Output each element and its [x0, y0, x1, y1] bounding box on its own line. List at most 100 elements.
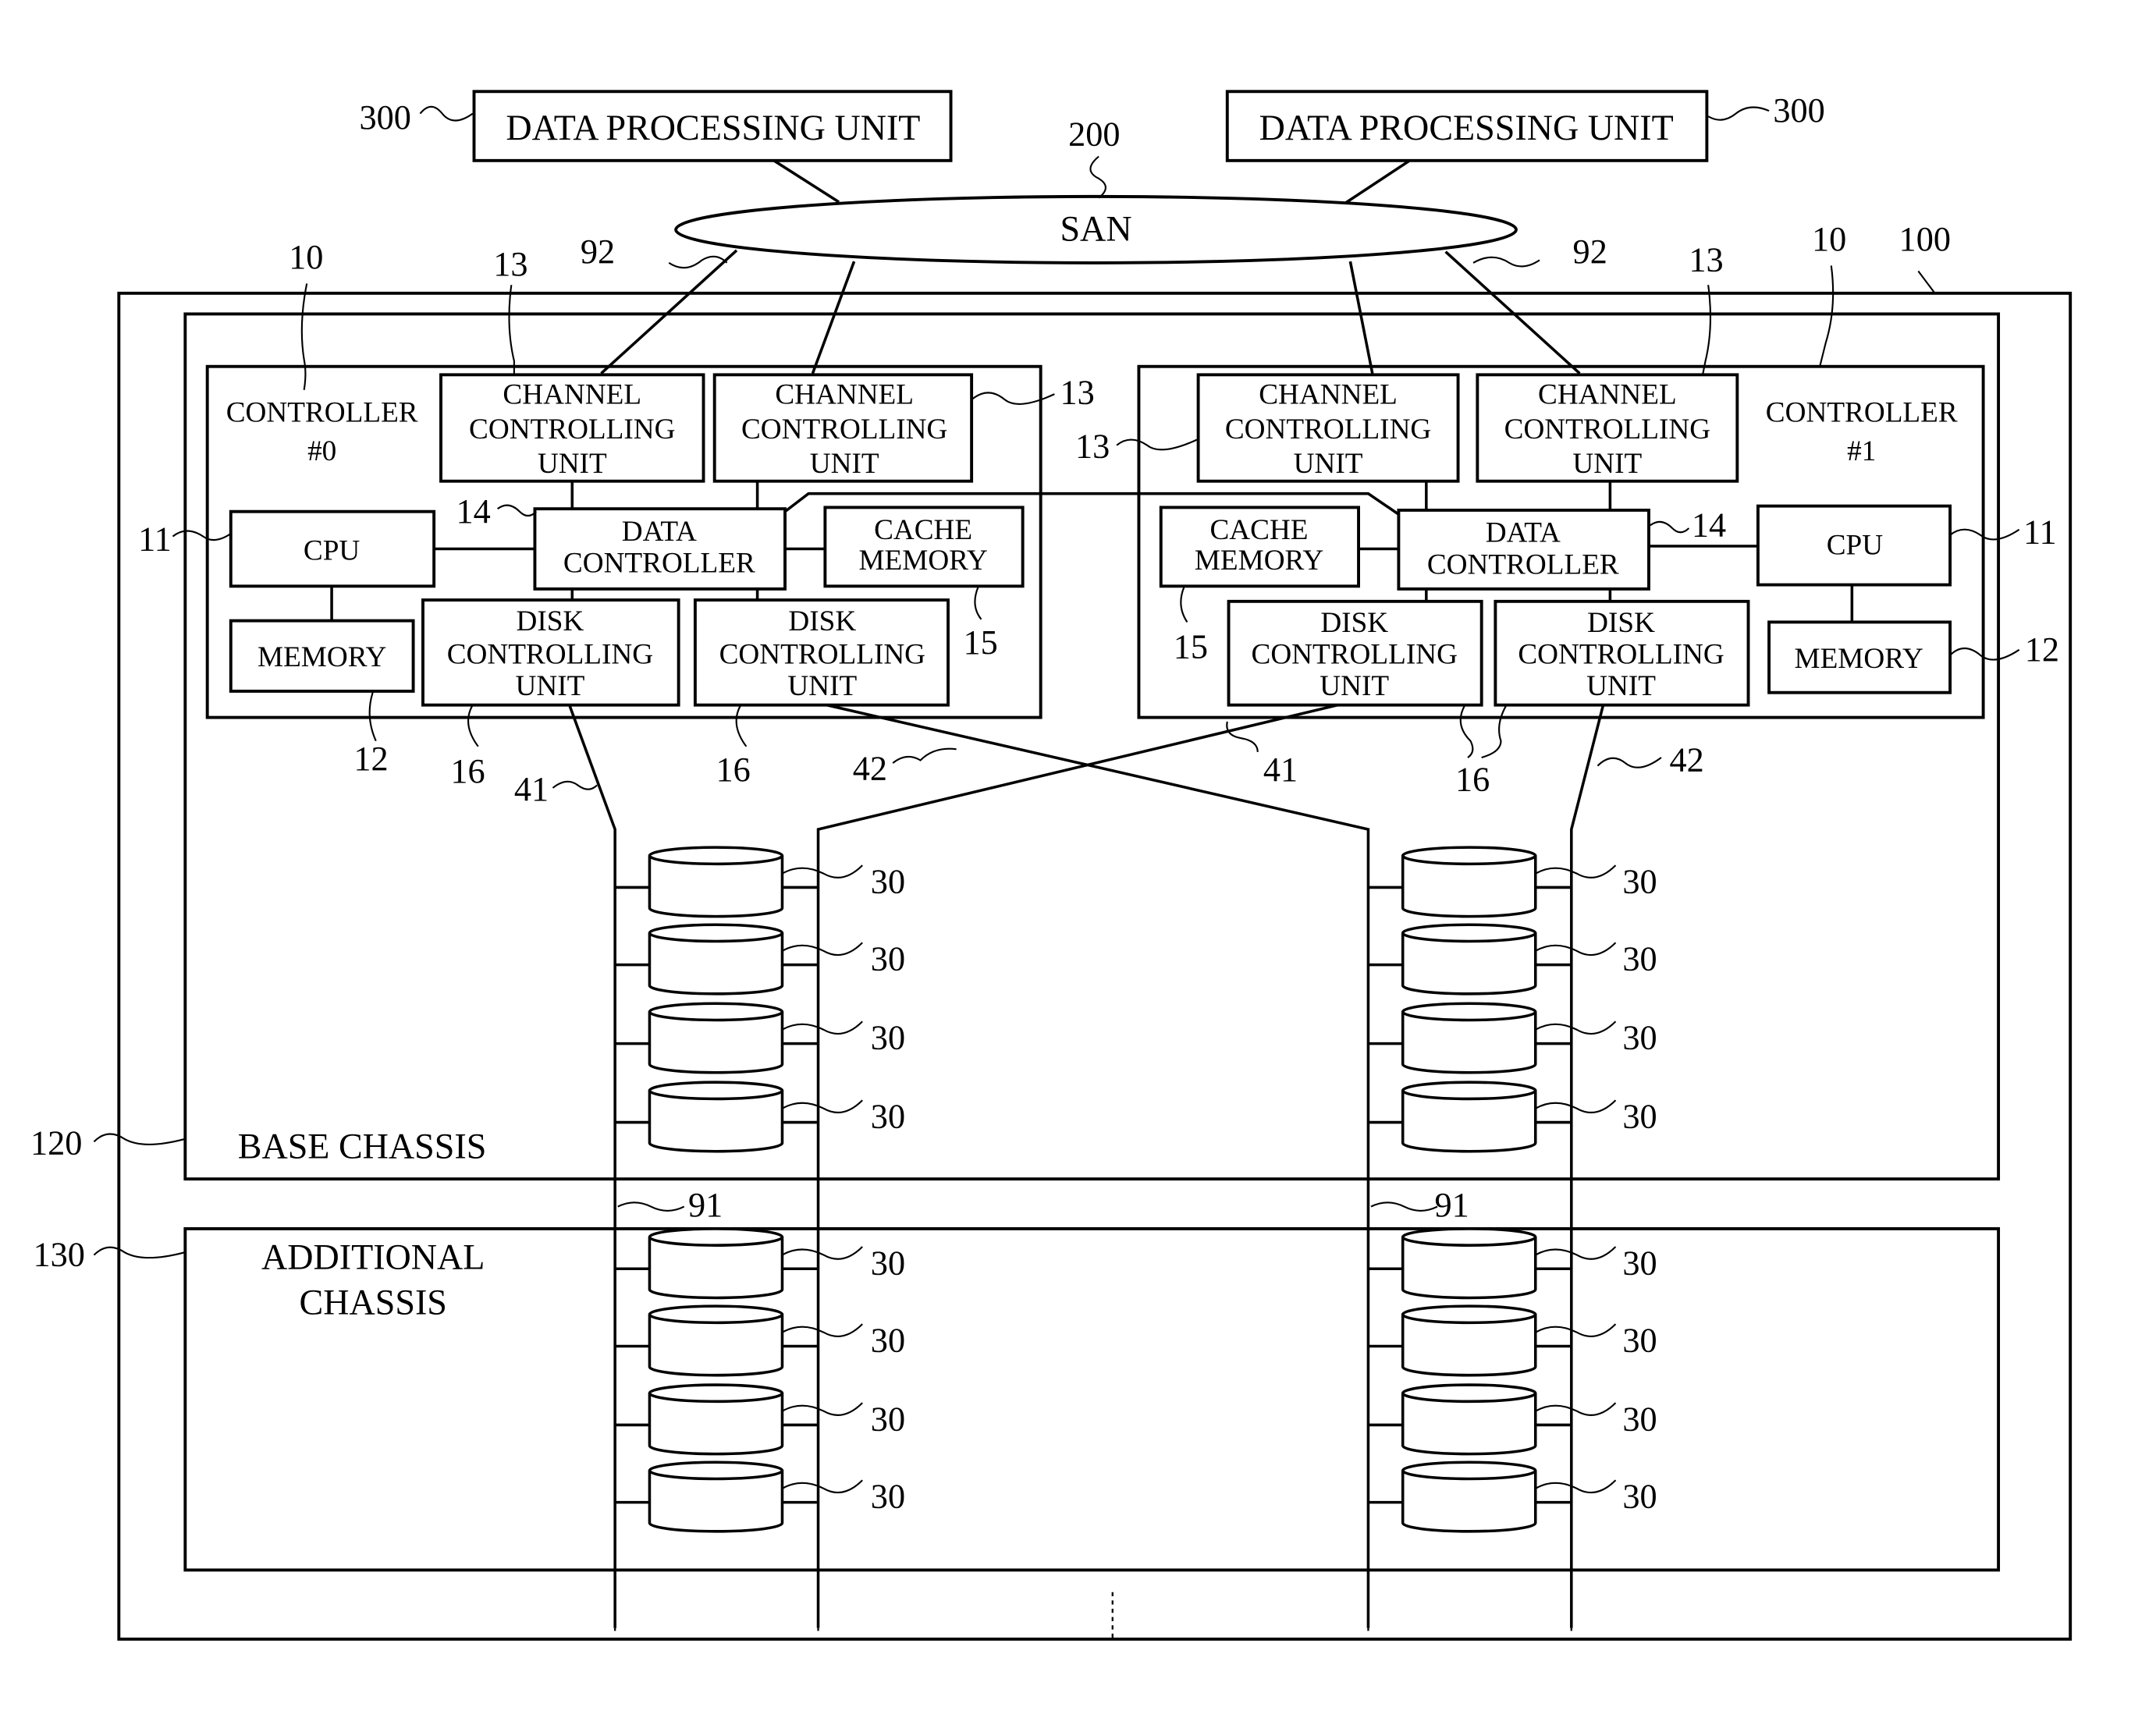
ccu-line: UNIT	[538, 448, 607, 480]
channel-controlling-unit-0b: CHANNEL CONTROLLING UNIT	[712, 373, 974, 483]
disk-drive: 30	[615, 923, 905, 996]
ccu-line: CHANNEL	[503, 379, 641, 411]
data-processing-unit-left: DATA PROCESSING UNIT	[472, 90, 953, 162]
leader-200	[1089, 155, 1106, 199]
dpu-left-label: DATA PROCESSING UNIT	[506, 108, 920, 147]
disk-drive: 30	[1368, 1383, 1657, 1456]
ref-30: 30	[871, 1322, 905, 1360]
disk-controlling-unit-0a: DISK CONTROLLING UNIT	[421, 598, 680, 707]
leader-42	[892, 747, 957, 764]
dcu-line: CONTROLLING	[719, 639, 925, 671]
ref-30: 30	[1622, 1244, 1657, 1282]
disk-drive: 30	[1368, 1227, 1657, 1300]
ref-13: 13	[1689, 241, 1723, 279]
ref-92-left: 92	[581, 232, 615, 271]
ref-16: 16	[716, 751, 750, 789]
leader-30	[1535, 864, 1617, 878]
leader-16	[735, 705, 748, 747]
leader-11	[172, 530, 232, 541]
leader-120	[93, 1133, 186, 1145]
dc-line: CONTROLLER	[563, 548, 755, 580]
memory-0: MEMORY	[229, 619, 415, 693]
disk-drives: 30 30 30 30 30 30 30 30 30 30 30 30 30 30 30 30	[615, 846, 1657, 1533]
ref-11: 11	[138, 520, 172, 558]
disk-drive: 30	[1368, 923, 1657, 996]
leader-30	[1535, 1323, 1617, 1337]
leader-14	[496, 504, 537, 517]
san-network: SAN	[674, 194, 1518, 264]
ref-42: 42	[1670, 741, 1704, 779]
cache-line: MEMORY	[858, 545, 987, 577]
cpu-1: CPU	[1756, 504, 1952, 587]
ref-13: 13	[493, 245, 527, 283]
memory-1: MEMORY	[1767, 620, 1952, 694]
ref-91-right: 91	[1434, 1186, 1469, 1224]
disk-drive: 30	[1368, 846, 1657, 918]
ref-42: 42	[853, 749, 887, 787]
leader-100	[1917, 270, 1936, 294]
disk-drive: 30	[615, 1383, 905, 1456]
leader-300-left	[419, 105, 474, 122]
dcu-line: DISK	[788, 605, 856, 637]
dcu-line: DISK	[517, 605, 584, 637]
channel-controlling-unit-1b: CHANNEL CONTROLLING UNIT	[1476, 373, 1739, 483]
backend-path-cross-b	[826, 703, 1370, 1628]
disk-controlling-unit-1a: DISK CONTROLLING UNIT	[1227, 599, 1483, 707]
disk-drive: 30	[615, 1002, 905, 1074]
leader-14	[1650, 520, 1690, 534]
leader-16	[1459, 705, 1508, 758]
ref-30: 30	[1622, 1400, 1657, 1439]
ref-100: 100	[1899, 220, 1951, 258]
dcu-line: DISK	[1587, 607, 1655, 639]
dcu-line: CONTROLLING	[1252, 639, 1458, 671]
ref-10-left: 10	[289, 238, 323, 276]
disk-controlling-unit-1b: DISK CONTROLLING UNIT	[1494, 599, 1750, 707]
ref-30: 30	[871, 1098, 905, 1136]
ref-30: 30	[1622, 863, 1657, 901]
leader-10-left	[300, 283, 308, 391]
ccu-line: CONTROLLING	[1504, 413, 1710, 445]
ref-30: 30	[1622, 1098, 1657, 1136]
ref-92-right: 92	[1573, 232, 1607, 271]
ccu-line: UNIT	[810, 448, 879, 480]
leader-41	[552, 780, 598, 790]
dcu-line: UNIT	[1320, 670, 1389, 702]
leader-91-left	[617, 1201, 685, 1212]
ref-12: 12	[353, 740, 388, 778]
leader-30	[781, 1402, 863, 1416]
disk-drive: 30	[615, 1227, 905, 1300]
dcu-line: UNIT	[516, 670, 585, 702]
memory-label: MEMORY	[258, 641, 386, 673]
ccu-line: UNIT	[1294, 448, 1363, 480]
disk-drive: 30	[615, 846, 905, 918]
disk-drive: 30	[1368, 1304, 1657, 1377]
channel-controlling-unit-1a: CHANNEL CONTROLLING UNIT	[1196, 373, 1460, 483]
ccu-line: UNIT	[1572, 448, 1642, 480]
leader-30	[781, 1323, 863, 1337]
ref-200: 200	[1068, 115, 1120, 153]
disk-drive: 30	[615, 1081, 905, 1153]
disk-drive: 30	[615, 1460, 905, 1533]
dc-line: DATA	[622, 516, 697, 548]
dcu-line: DISK	[1320, 607, 1388, 639]
dcu-line: CONTROLLING	[1518, 639, 1724, 671]
ref-30: 30	[871, 1478, 905, 1516]
disk-drive: 30	[615, 1304, 905, 1377]
ref-30: 30	[871, 1019, 905, 1057]
leader-300-right	[1707, 106, 1770, 121]
ref-30: 30	[871, 1400, 905, 1439]
cache-memory-1: CACHE MEMORY	[1159, 506, 1360, 588]
cache-line: MEMORY	[1195, 545, 1323, 577]
dpu-right-label: DATA PROCESSING UNIT	[1259, 108, 1674, 147]
memory-label: MEMORY	[1795, 643, 1923, 675]
leader-42	[1597, 757, 1662, 768]
dc-line: CONTROLLER	[1427, 548, 1619, 580]
controller-1: CONTROLLER #1 CHANNEL CONTROLLING UNIT C…	[1137, 364, 1985, 719]
channel-controlling-unit-0a: CHANNEL CONTROLLING UNIT	[439, 373, 705, 483]
cpu-label: CPU	[1827, 530, 1883, 562]
ref-13: 13	[1060, 374, 1094, 412]
ref-30: 30	[1622, 940, 1657, 978]
controller-1-name: CONTROLLER	[1766, 397, 1958, 429]
disk-drive: 30	[1368, 1081, 1657, 1153]
ref-14: 14	[456, 492, 490, 531]
